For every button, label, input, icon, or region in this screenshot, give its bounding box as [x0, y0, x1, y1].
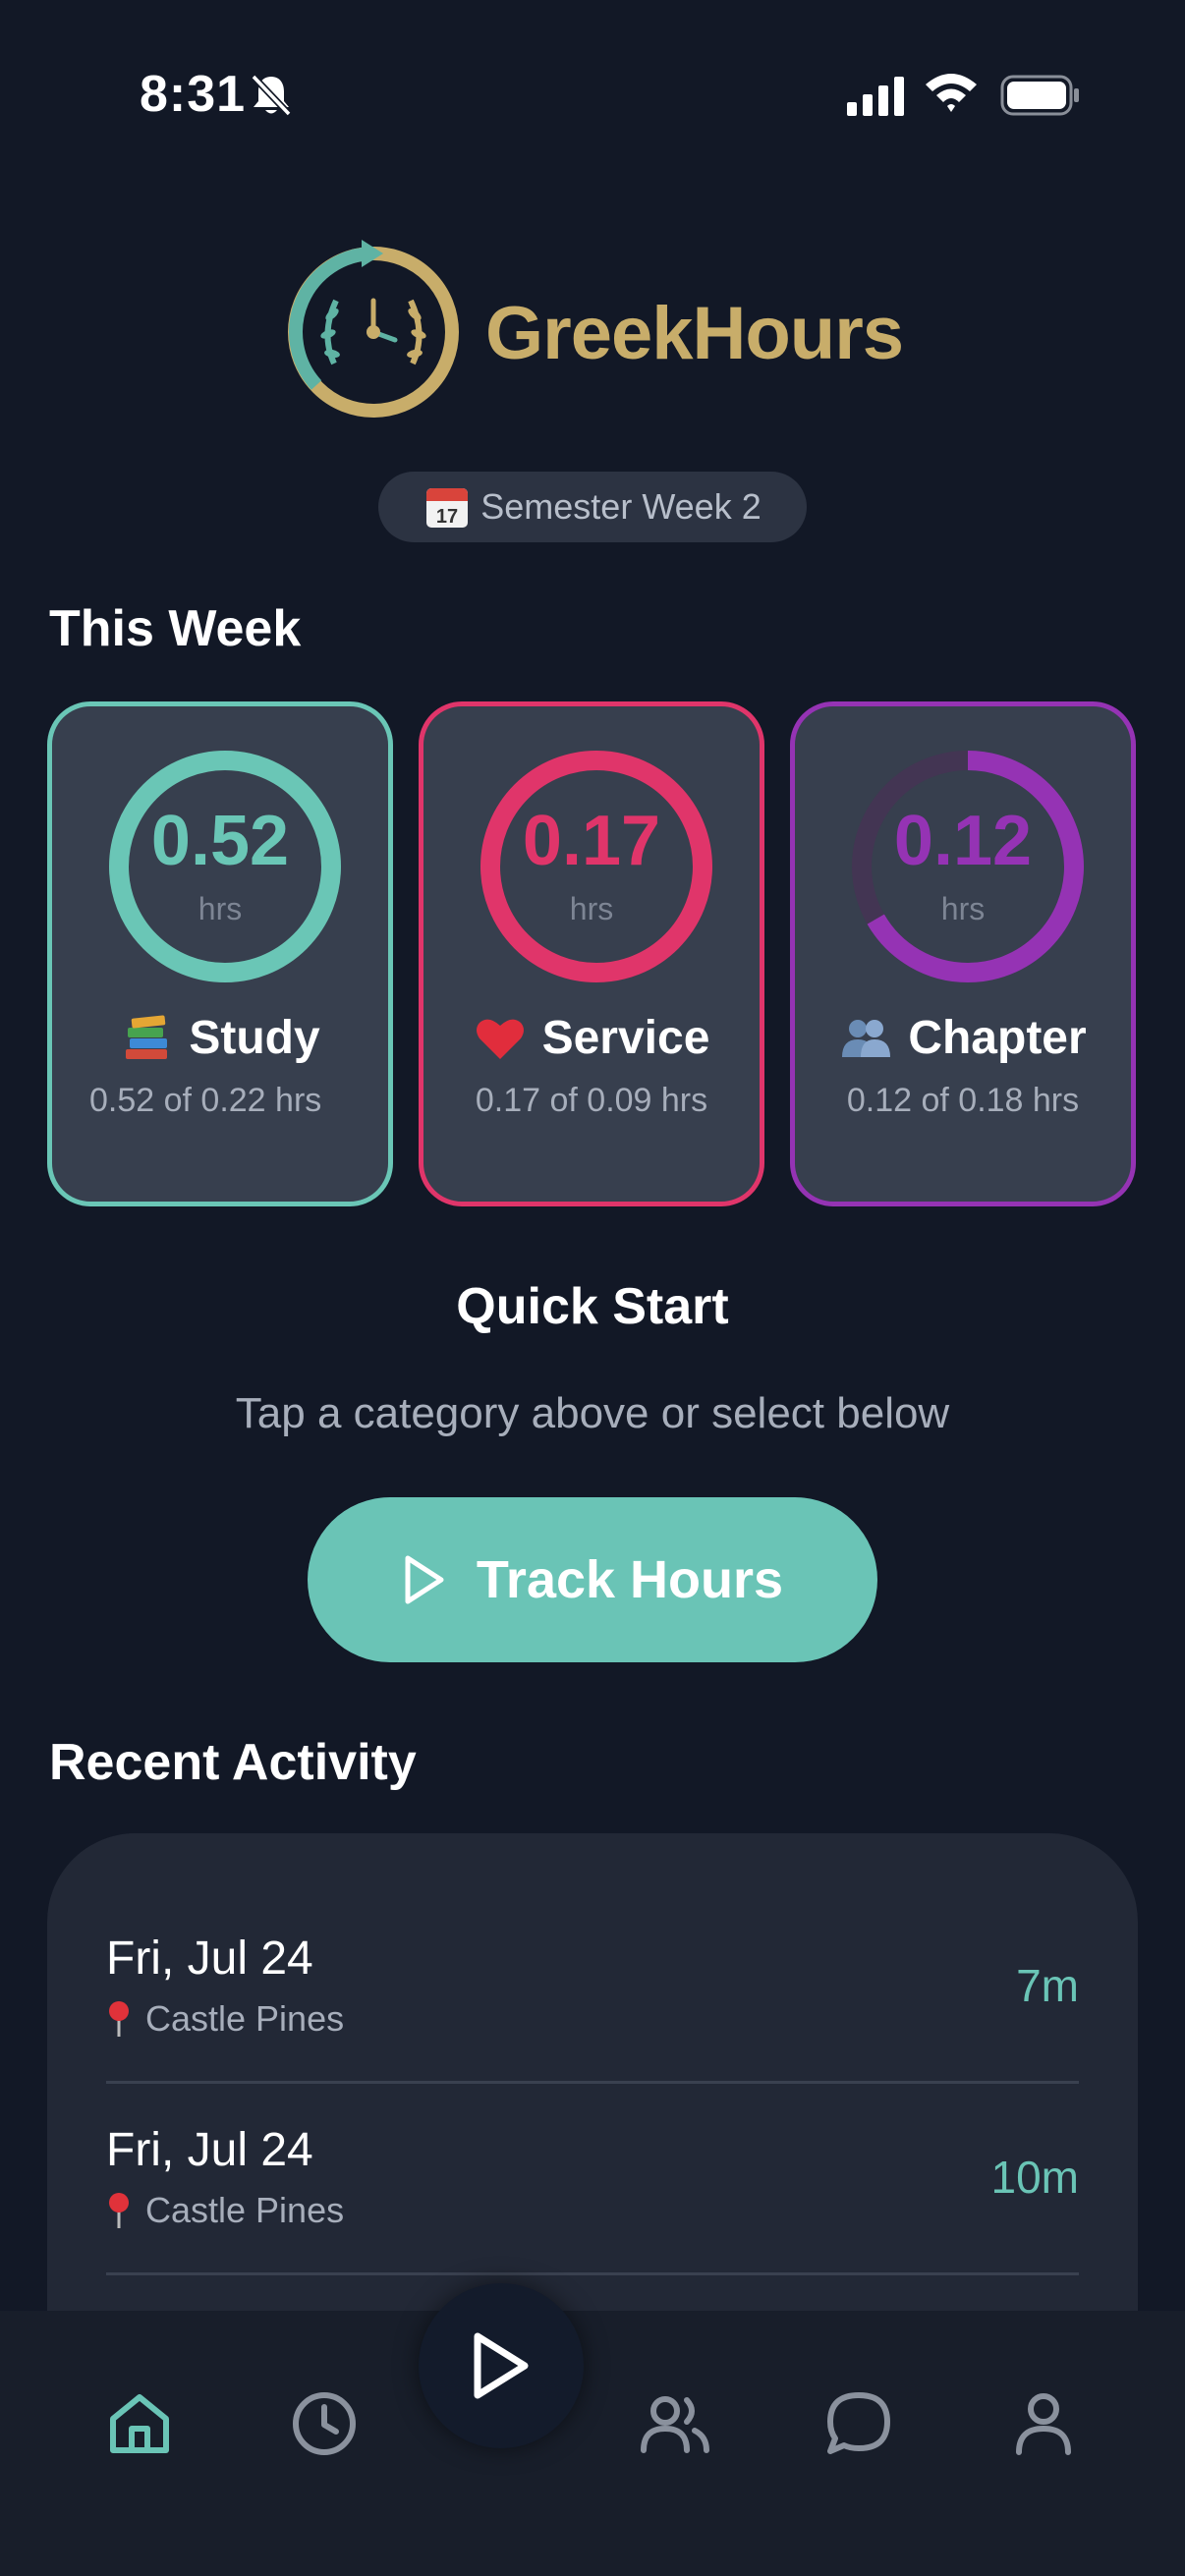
status-bar: 8:31	[0, 0, 1185, 187]
divider	[106, 2272, 1079, 2275]
category-progress-text: 0.12 of 0.18 hrs	[846, 1082, 1080, 1119]
category-progress-text: 0.17 of 0.09 hrs	[475, 1082, 708, 1119]
people-icon	[641, 2396, 709, 2453]
category-card-study[interactable]: 0.52 hrs Study 0.52 of 0.22 hrs	[47, 701, 393, 1206]
play-icon	[474, 2332, 529, 2399]
chat-icon	[827, 2392, 890, 2454]
hours-unit: hrs	[198, 891, 243, 926]
track-hours-button[interactable]: Track Hours	[308, 1497, 877, 1662]
hours-unit: hrs	[569, 891, 614, 926]
home-icon	[110, 2394, 169, 2453]
category-label: Service	[423, 1011, 760, 1065]
track-hours-label: Track Hours	[476, 1550, 784, 1609]
laurel-clock-icon	[288, 240, 459, 418]
list-item[interactable]: Fri, Jul 24 Castle Pines 7m	[106, 1833, 1079, 2084]
svg-text:17: 17	[436, 506, 458, 528]
wifi-icon	[926, 74, 977, 112]
start-timer-button[interactable]	[419, 2283, 584, 2448]
play-icon	[405, 1555, 444, 1604]
nav-profile[interactable]	[999, 2380, 1088, 2468]
clock-icon	[293, 2392, 356, 2455]
app-name: GreekHours	[485, 292, 904, 375]
hours-value: 0.17	[522, 802, 661, 880]
recent-activity-title: Recent Activity	[49, 1734, 417, 1791]
category-name: Chapter	[908, 1012, 1087, 1064]
activity-date: Fri, Jul 24	[106, 1932, 313, 1985]
this-week-title: This Week	[49, 600, 302, 657]
category-label: Chapter	[795, 1011, 1131, 1065]
hours-value: 0.12	[893, 802, 1033, 880]
app-logo: GreekHours	[277, 230, 906, 436]
hours-unit: hrs	[940, 891, 986, 926]
profile-icon	[1016, 2393, 1071, 2455]
nav-chat[interactable]	[815, 2380, 903, 2468]
battery-icon	[1000, 75, 1079, 116]
category-card-service[interactable]: 0.17 hrs Service 0.17 of 0.09 hrs	[419, 701, 764, 1206]
nav-members[interactable]	[631, 2380, 719, 2468]
hours-value: 0.52	[150, 802, 290, 880]
activity-location-label: Castle Pines	[145, 2190, 345, 2230]
activity-duration: 10m	[990, 2152, 1079, 2203]
bell-muted-icon	[251, 74, 292, 117]
quick-start-title: Quick Start	[456, 1278, 729, 1335]
nav-home[interactable]	[95, 2380, 184, 2468]
calendar-icon: 17	[426, 488, 469, 528]
category-card-chapter[interactable]: 0.12 hrs Chapter 0.12 of 0.18 hrs	[790, 701, 1136, 1206]
nav-history[interactable]	[280, 2380, 368, 2468]
category-label: Study	[52, 1011, 388, 1065]
category-progress-text: 0.52 of 0.22 hrs	[89, 1082, 322, 1119]
signal-icon	[847, 77, 904, 116]
heart-icon	[476, 1019, 524, 1059]
activity-duration: 7m	[1016, 1960, 1079, 2011]
people-icon	[842, 1019, 891, 1057]
books-icon	[126, 1014, 168, 1059]
status-time: 8:31	[140, 66, 247, 123]
category-name: Service	[541, 1012, 710, 1064]
category-name: Study	[189, 1012, 320, 1064]
list-item[interactable]: Fri, Jul 24 Castle Pines 10m	[106, 2025, 1079, 2275]
activity-date: Fri, Jul 24	[106, 2124, 313, 2176]
quick-start-subtitle: Tap a category above or select below	[235, 1389, 950, 1437]
semester-week-label: Semester Week 2	[480, 486, 762, 527]
pin-icon	[109, 2193, 129, 2228]
bottom-nav	[0, 2311, 1185, 2576]
semester-week-badge: 17 Semester Week 2	[378, 472, 807, 542]
activity-location: Castle Pines	[106, 2190, 344, 2231]
